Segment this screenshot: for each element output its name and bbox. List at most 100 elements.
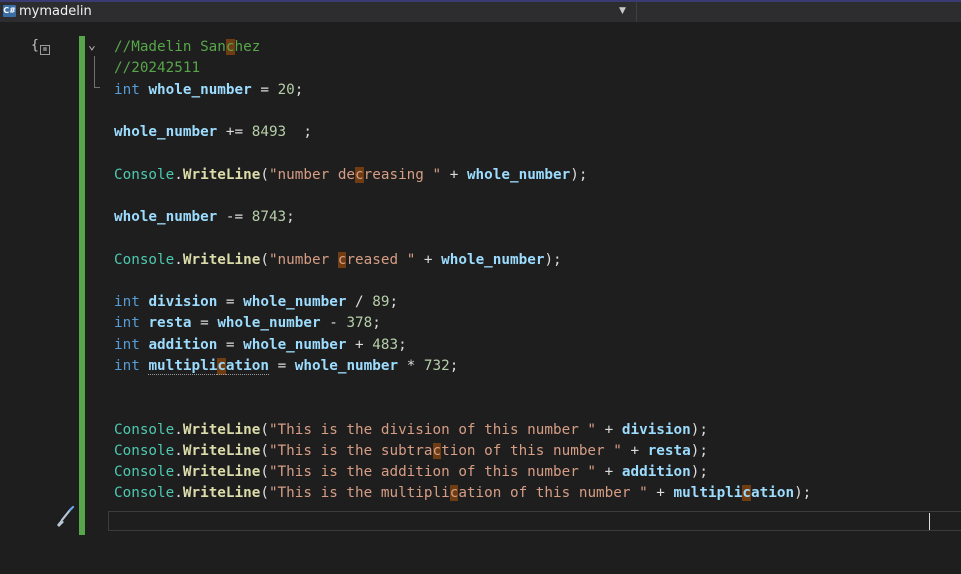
code-token: ); bbox=[690, 442, 708, 459]
code-editor[interactable]: {⊠ ⌄ //Madelin Sanchez//20242511 int whol… bbox=[0, 22, 961, 574]
code-token: ( bbox=[260, 421, 269, 438]
code-token: Console bbox=[114, 442, 175, 459]
code-token: WriteLine bbox=[182, 166, 261, 183]
code-token: += bbox=[217, 124, 252, 140]
code-token: 732 bbox=[423, 357, 450, 374]
code-token: ); bbox=[794, 485, 812, 502]
code-token: division bbox=[621, 421, 691, 438]
code-token: ation of this number " bbox=[458, 485, 648, 502]
code-line[interactable]: int multiplication = whole_number * 732; bbox=[114, 356, 811, 377]
code-token: = bbox=[217, 294, 244, 310]
code-token: ( bbox=[260, 166, 269, 183]
code-token: = bbox=[251, 81, 278, 98]
code-token: whole_number bbox=[294, 357, 399, 374]
code-line[interactable]: Console.WriteLine("number decreasing " +… bbox=[114, 165, 811, 186]
code-line[interactable]: Console.WriteLine("number creased " + wh… bbox=[114, 250, 811, 271]
code-token: WriteLine bbox=[182, 421, 261, 438]
code-token: hez bbox=[234, 39, 261, 55]
code-token: Console bbox=[114, 421, 175, 438]
chevron-down-icon[interactable]: ▼ bbox=[619, 6, 626, 16]
code-token: Console bbox=[114, 166, 175, 183]
code-snippet-icon[interactable]: {⊠ bbox=[31, 38, 50, 55]
code-token: ); bbox=[690, 421, 708, 438]
code-token: reasing " bbox=[363, 166, 442, 183]
code-line[interactable]: int whole_number = 20; bbox=[114, 80, 811, 101]
code-line[interactable]: Console.WriteLine("This is the division … bbox=[114, 420, 811, 441]
code-token: ); bbox=[544, 251, 562, 268]
code-token: . bbox=[174, 251, 183, 268]
code-token: = bbox=[268, 357, 295, 374]
code-token: 378 bbox=[346, 315, 373, 332]
code-token: "This is the division of this number " bbox=[268, 421, 597, 438]
code-line[interactable]: Console.WriteLine("This is the subtracti… bbox=[114, 441, 811, 462]
code-line[interactable]: Console.WriteLine("This is the addition … bbox=[114, 462, 811, 483]
code-token: resta bbox=[647, 442, 691, 459]
code-line[interactable]: int addition = whole_number + 483; bbox=[114, 335, 811, 356]
code-line[interactable] bbox=[114, 143, 811, 164]
code-token: + bbox=[346, 336, 373, 353]
code-token: . bbox=[174, 464, 183, 480]
code-token: "number de bbox=[268, 166, 356, 183]
code-line[interactable]: //20242511 bbox=[114, 58, 811, 79]
code-token: 20 bbox=[277, 81, 295, 98]
fold-guide-line bbox=[94, 56, 100, 88]
code-token: c bbox=[355, 166, 364, 183]
code-token: 89 bbox=[372, 294, 390, 310]
code-token: -= bbox=[217, 209, 252, 225]
code-line[interactable] bbox=[114, 228, 811, 249]
change-tracking-bar bbox=[79, 36, 85, 535]
code-token: ; bbox=[398, 336, 407, 353]
code-token: addition bbox=[621, 464, 691, 480]
code-token: ation bbox=[751, 485, 795, 502]
source-code[interactable]: //Madelin Sanchez//20242511 int whole_num… bbox=[114, 37, 811, 505]
code-line[interactable] bbox=[114, 271, 811, 292]
code-line[interactable] bbox=[114, 398, 811, 419]
code-token: int bbox=[114, 81, 140, 98]
code-token: / bbox=[346, 294, 373, 310]
code-token: division bbox=[148, 294, 218, 310]
current-line-highlight bbox=[108, 511, 961, 531]
document-tab-mymadelin[interactable]: C# mymadelin ▼ bbox=[0, 2, 637, 22]
code-token: ation bbox=[225, 357, 269, 375]
code-token: + bbox=[621, 442, 648, 459]
code-token: Console bbox=[114, 251, 175, 268]
code-token: resta bbox=[148, 315, 192, 332]
code-line[interactable] bbox=[114, 377, 811, 398]
code-token: + bbox=[596, 464, 622, 480]
code-token: ( bbox=[260, 251, 269, 268]
text-caret bbox=[929, 513, 930, 530]
code-token: int bbox=[114, 336, 140, 353]
code-token: . bbox=[174, 421, 183, 438]
collapse-chevron-icon[interactable]: ⌄ bbox=[88, 38, 96, 53]
code-line[interactable]: int division = whole_number / 89; bbox=[114, 292, 811, 313]
code-token: 8493 bbox=[251, 124, 287, 140]
code-token: "number bbox=[268, 251, 338, 268]
code-line[interactable]: whole_number -= 8743; bbox=[114, 207, 811, 228]
code-token: whole_number bbox=[148, 81, 252, 98]
code-line[interactable]: int resta = whole_number - 378; bbox=[114, 313, 811, 334]
code-line[interactable] bbox=[114, 101, 811, 122]
code-token: ( bbox=[260, 442, 269, 459]
code-token: + bbox=[596, 421, 622, 438]
code-token: c bbox=[432, 442, 442, 459]
code-cleanup-brush-icon[interactable] bbox=[52, 505, 76, 529]
code-token: Console bbox=[114, 464, 175, 480]
code-token: whole_number bbox=[217, 315, 321, 332]
code-line[interactable]: //Madelin Sanchez bbox=[114, 37, 811, 58]
code-line[interactable]: Console.WriteLine("This is the multipli c… bbox=[114, 483, 811, 504]
code-token: - bbox=[320, 315, 347, 332]
code-token: whole_number bbox=[243, 294, 347, 310]
code-token: + bbox=[647, 485, 674, 502]
code-token: whole_number bbox=[114, 209, 218, 225]
code-token: + bbox=[415, 251, 442, 268]
code-token: whole_number bbox=[114, 124, 218, 140]
csharp-file-icon: C# bbox=[3, 5, 16, 17]
code-token: WriteLine bbox=[182, 251, 261, 268]
code-token: ); bbox=[690, 464, 708, 480]
code-token: //Madelin San bbox=[114, 39, 226, 55]
code-token: multipli bbox=[148, 357, 218, 375]
code-token: WriteLine bbox=[182, 442, 261, 459]
code-line[interactable]: whole_number += 8493 ; bbox=[114, 122, 811, 143]
code-token: = bbox=[217, 336, 244, 353]
code-line[interactable] bbox=[114, 186, 811, 207]
